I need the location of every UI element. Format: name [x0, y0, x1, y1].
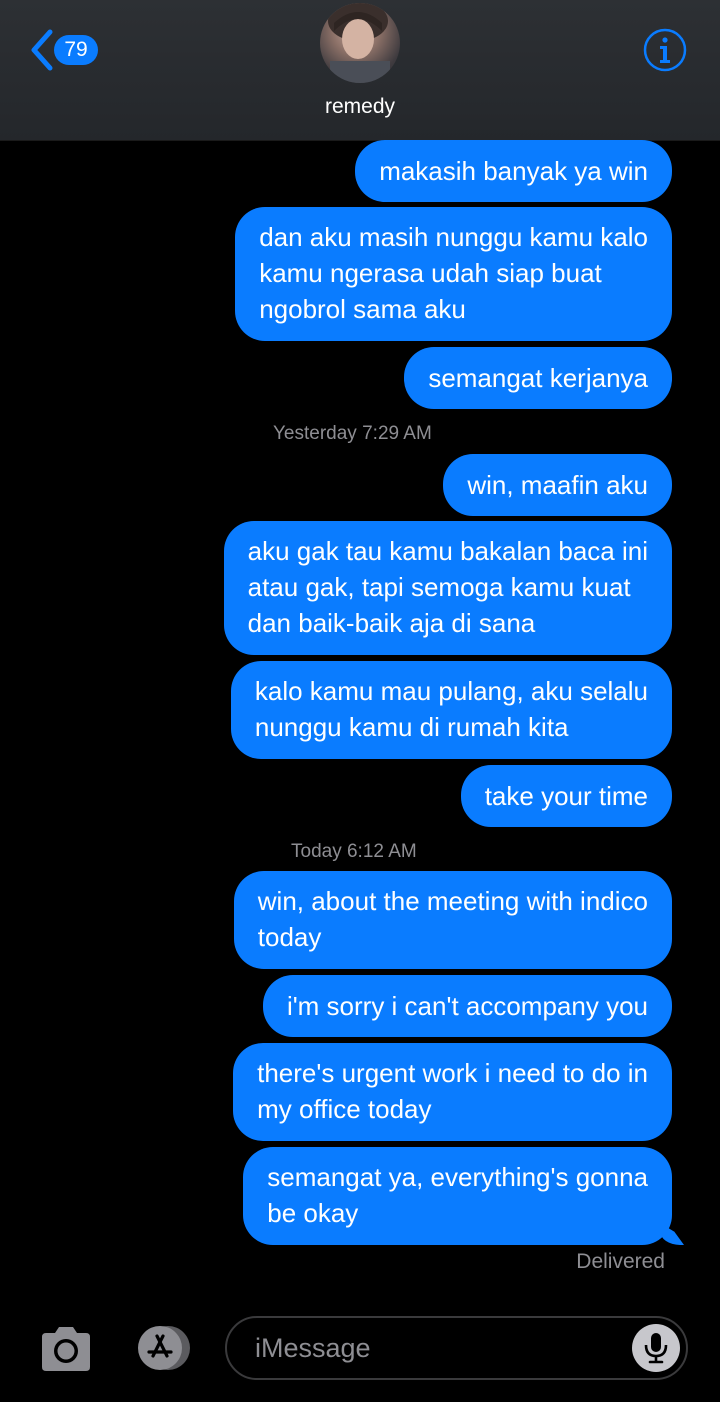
message-bubble[interactable]: aku gak tau kamu bakalan baca ini atau g…	[223, 521, 672, 655]
camera-icon[interactable]	[38, 1325, 94, 1373]
delivered-status: Delivered	[576, 1250, 665, 1273]
message-bubble[interactable]: kalo kamu mau pulang, aku selalu nunggu …	[230, 661, 672, 759]
timestamp: Yesterday 7:29 AM	[273, 423, 432, 444]
message-bubble[interactable]: i'm sorry i can't accompany you	[262, 975, 672, 1037]
message-bubble[interactable]: semangat kerjanya	[404, 347, 672, 409]
message-input-placeholder: iMessage	[255, 1333, 371, 1363]
message-bubble[interactable]: makasih banyak ya win	[355, 140, 672, 202]
message-bubble[interactable]: dan aku masih nunggu kamu kalo kamu nger…	[235, 207, 672, 341]
info-icon[interactable]	[643, 28, 687, 72]
message-input[interactable]: iMessage	[225, 1316, 688, 1380]
message-bubble[interactable]: win, maafin aku	[443, 454, 672, 516]
message-bubble-last[interactable]: semangat ya, everything's gonna be okay	[243, 1147, 672, 1245]
contact-avatar[interactable]	[320, 3, 400, 83]
conversation-header: 79 remedy	[0, 0, 720, 141]
timestamp: Today 6:12 AM	[291, 841, 417, 862]
message-bubble[interactable]: take your time	[460, 765, 672, 827]
contact-name[interactable]: remedy	[0, 95, 720, 119]
microphone-icon[interactable]	[632, 1324, 680, 1372]
message-bubble[interactable]: win, about the meeting with indico today	[233, 871, 672, 969]
app-store-icon[interactable]	[130, 1324, 196, 1372]
message-bubble[interactable]: there's urgent work i need to do in my o…	[233, 1043, 672, 1141]
chevron-left-icon	[28, 28, 56, 72]
unread-count-badge: 79	[54, 35, 98, 65]
back-button[interactable]: 79	[28, 28, 98, 72]
